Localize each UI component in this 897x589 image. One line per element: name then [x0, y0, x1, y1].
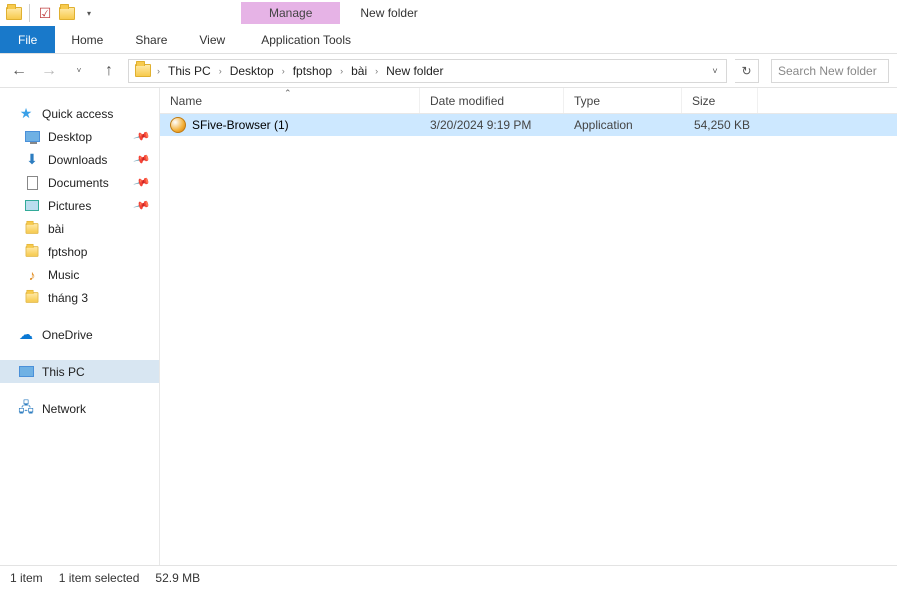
sidebar-label: This PC	[42, 365, 85, 379]
sort-indicator-icon: ⌃	[284, 88, 292, 99]
breadcrumb-newfolder[interactable]: New folder	[380, 60, 449, 82]
sidebar-item-pictures[interactable]: Pictures 📌	[0, 194, 159, 217]
star-icon: ★	[18, 106, 34, 122]
tab-share[interactable]: Share	[119, 26, 183, 53]
column-header-date[interactable]: Date modified	[420, 88, 564, 113]
sidebar-item-downloads[interactable]: ⬇ Downloads 📌	[0, 148, 159, 171]
search-input[interactable]: Search New folder	[771, 59, 889, 83]
desktop-icon	[24, 129, 40, 145]
documents-icon	[24, 175, 40, 191]
sidebar-item-desktop[interactable]: Desktop 📌	[0, 125, 159, 148]
sidebar-this-pc[interactable]: This PC	[0, 360, 159, 383]
status-selected-size: 52.9 MB	[155, 571, 200, 585]
sidebar-onedrive[interactable]: ☁ OneDrive	[0, 323, 159, 346]
pin-icon: 📌	[133, 196, 151, 214]
sidebar-network[interactable]: 🖧 Network	[0, 397, 159, 420]
navigation-bar: ← → ˅ ↑ › This PC › Desktop › fptshop › …	[0, 54, 897, 88]
status-item-count: 1 item	[10, 571, 43, 585]
chevron-right-icon[interactable]: ›	[155, 66, 162, 76]
onedrive-icon: ☁	[18, 327, 34, 343]
breadcrumb-this-pc[interactable]: This PC	[162, 60, 217, 82]
title-bar: ☑ ▾ Manage New folder	[0, 0, 897, 26]
downloads-icon: ⬇	[24, 152, 40, 168]
music-icon: ♪	[24, 267, 40, 283]
sidebar-item-label: Pictures	[48, 199, 91, 213]
sidebar-label: Quick access	[42, 107, 113, 121]
column-header-type[interactable]: Type	[564, 88, 682, 113]
tab-home[interactable]: Home	[55, 26, 119, 53]
column-header-size[interactable]: Size	[682, 88, 758, 113]
address-bar[interactable]: › This PC › Desktop › fptshop › bài › Ne…	[128, 59, 727, 83]
sidebar-item-documents[interactable]: Documents 📌	[0, 171, 159, 194]
sidebar-label: Network	[42, 402, 86, 416]
chevron-right-icon[interactable]: ›	[338, 66, 345, 76]
refresh-button[interactable]: ↻	[735, 59, 759, 83]
pin-icon: 📌	[133, 173, 151, 191]
file-list-pane: ⌃ Name Date modified Type Size SFive-Bro…	[160, 88, 897, 565]
file-date: 3/20/2024 9:19 PM	[420, 118, 564, 132]
sidebar-item-thang3[interactable]: tháng 3	[0, 286, 159, 309]
tab-view[interactable]: View	[183, 26, 241, 53]
nav-back-button[interactable]: ←	[8, 60, 30, 82]
pictures-icon	[24, 198, 40, 214]
qat-properties-icon[interactable]: ☑	[35, 3, 55, 23]
file-name: SFive-Browser (1)	[192, 118, 289, 132]
window-title: New folder	[360, 6, 417, 20]
qat-customize-dropdown[interactable]: ▾	[79, 3, 99, 23]
file-row[interactable]: SFive-Browser (1) 3/20/2024 9:19 PM Appl…	[160, 114, 897, 136]
navigation-pane: ★ Quick access Desktop 📌 ⬇ Downloads 📌 D…	[0, 88, 160, 565]
qat-folder-icon[interactable]	[4, 3, 24, 23]
sidebar-item-fptshop[interactable]: fptshop	[0, 240, 159, 263]
address-folder-icon	[135, 64, 151, 77]
tab-application-tools[interactable]: Application Tools	[245, 26, 367, 53]
sidebar-item-label: bài	[48, 222, 64, 236]
ribbon-tabs: File Home Share View Application Tools	[0, 26, 897, 54]
breadcrumb-desktop[interactable]: Desktop	[224, 60, 280, 82]
sidebar-item-music[interactable]: ♪ Music	[0, 263, 159, 286]
sidebar-label: OneDrive	[42, 328, 93, 342]
file-size: 54,250 KB	[682, 118, 758, 132]
folder-icon	[24, 244, 40, 260]
sidebar-item-label: Documents	[48, 176, 109, 190]
sidebar-item-label: Downloads	[48, 153, 107, 167]
pin-icon: 📌	[133, 150, 151, 168]
sidebar-item-bai[interactable]: bài	[0, 217, 159, 240]
network-icon: 🖧	[18, 401, 34, 417]
status-bar: 1 item 1 item selected 52.9 MB	[0, 565, 897, 589]
sidebar-item-label: Desktop	[48, 130, 92, 144]
tab-file[interactable]: File	[0, 26, 55, 53]
sidebar-item-label: Music	[48, 268, 79, 282]
file-type: Application	[564, 118, 682, 132]
pc-icon	[18, 364, 34, 380]
sidebar-quick-access[interactable]: ★ Quick access	[0, 102, 159, 125]
sidebar-item-label: fptshop	[48, 245, 87, 259]
status-selected-count: 1 item selected	[59, 571, 140, 585]
folder-icon	[24, 221, 40, 237]
nav-forward-button[interactable]: →	[38, 60, 60, 82]
pin-icon: 📌	[133, 127, 151, 145]
qat-separator	[29, 4, 30, 22]
sidebar-item-label: tháng 3	[48, 291, 88, 305]
chevron-right-icon[interactable]: ›	[373, 66, 380, 76]
qat-newfolder-icon[interactable]	[57, 3, 77, 23]
nav-up-button[interactable]: ↑	[98, 60, 120, 82]
nav-recent-dropdown[interactable]: ˅	[68, 60, 90, 82]
ribbon-contextual-manage[interactable]: Manage	[241, 2, 340, 24]
chevron-right-icon[interactable]: ›	[280, 66, 287, 76]
chevron-right-icon[interactable]: ›	[217, 66, 224, 76]
column-headers: ⌃ Name Date modified Type Size	[160, 88, 897, 114]
address-history-dropdown[interactable]: ˅	[706, 66, 724, 76]
breadcrumb-fptshop[interactable]: fptshop	[287, 60, 338, 82]
breadcrumb-bai[interactable]: bài	[345, 60, 373, 82]
application-icon	[170, 117, 186, 133]
folder-icon	[24, 290, 40, 306]
